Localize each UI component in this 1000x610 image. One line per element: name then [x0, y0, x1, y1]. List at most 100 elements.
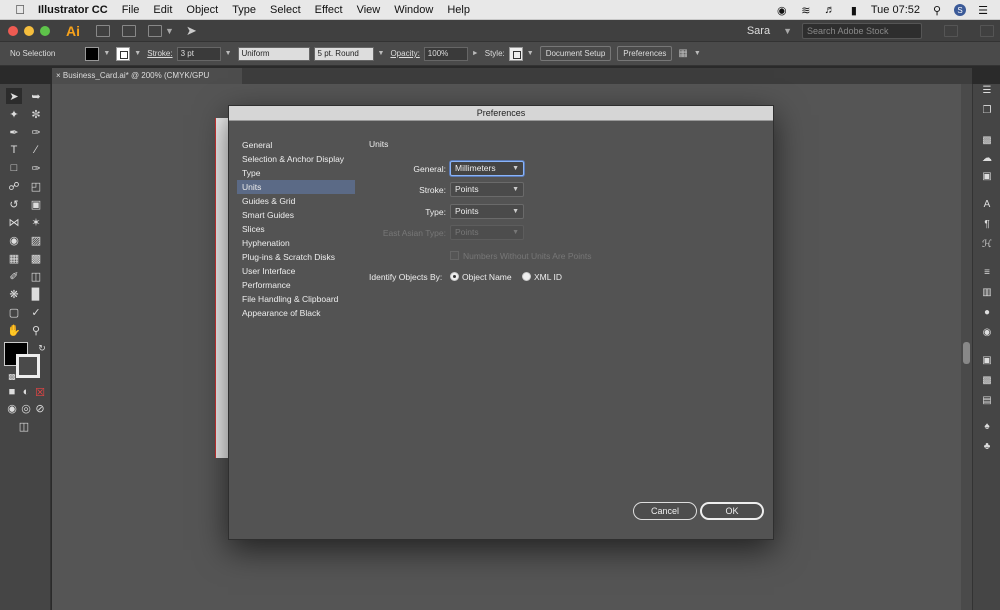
nav-item-plugins-scratch-disks[interactable]: Plug-ins & Scratch Disks — [237, 250, 355, 264]
gradient-tool-icon[interactable]: ▩ — [28, 250, 44, 266]
bridge-icon[interactable] — [96, 24, 110, 37]
menu-select[interactable]: Select — [270, 4, 301, 16]
menu-help[interactable]: Help — [447, 4, 470, 16]
curvature-tool-icon[interactable]: ✑ — [28, 124, 44, 140]
user-avatar-icon[interactable]: S — [954, 4, 966, 16]
rectangle-tool-icon[interactable]: □ — [6, 160, 22, 176]
object-name-radio[interactable] — [450, 272, 459, 281]
none-mode-icon[interactable]: ☒ — [32, 384, 48, 400]
fill-chevron-icon[interactable]: ▼ — [103, 50, 110, 57]
user-menu[interactable]: Sara — [747, 25, 770, 37]
slice-tool-icon[interactable]: ✓ — [28, 304, 44, 320]
nav-item-file-handling-clipboard[interactable]: File Handling & Clipboard — [237, 292, 355, 306]
wifi-icon[interactable]: ≋ — [799, 4, 813, 17]
menu-window[interactable]: Window — [394, 4, 433, 16]
style-chevron-icon[interactable]: ▼ — [527, 50, 534, 57]
xml-id-label[interactable]: XML ID — [534, 272, 562, 282]
opacity-input[interactable]: 100% — [423, 46, 468, 61]
volume-icon[interactable]: ♬ — [823, 4, 837, 16]
draw-inside-icon[interactable]: ⊘ — [32, 400, 48, 416]
battery-icon[interactable]: ▮ — [847, 4, 861, 17]
appearance-panel-icon[interactable]: ● — [981, 306, 993, 318]
close-tab-icon[interactable]: × — [56, 71, 61, 80]
lasso-tool-icon[interactable]: ✼ — [28, 106, 44, 122]
stroke-color-swatch[interactable] — [116, 46, 131, 61]
stock-icon[interactable] — [122, 24, 136, 37]
nav-item-smart-guides[interactable]: Smart Guides — [237, 208, 355, 222]
opacity-chevron-icon[interactable]: ► — [472, 50, 479, 57]
paintbrush-tool-icon[interactable]: ✑ — [28, 160, 44, 176]
object-name-label[interactable]: Object Name — [462, 272, 512, 282]
nav-item-units[interactable]: Units — [237, 180, 355, 194]
chevron-down-icon[interactable]: ▼ — [165, 26, 174, 36]
graphic-styles-panel-icon[interactable]: ◉ — [981, 326, 993, 338]
fill-color-swatch[interactable] — [85, 46, 100, 61]
assets-panel-icon[interactable]: ▣ — [981, 170, 993, 182]
libraries-panel-icon[interactable]: ▩ — [981, 134, 993, 146]
cc-libraries-icon[interactable]: ☁ — [981, 152, 993, 164]
document-tab[interactable]: × Business_Card.ai* @ 200% (CMYK/GPU Pre… — [52, 68, 242, 96]
live-paint-tool-icon[interactable]: ▨ — [28, 232, 44, 248]
opacity-label[interactable]: Opacity: — [390, 49, 419, 58]
screen-mode-icon[interactable]: ◫ — [16, 418, 32, 434]
arrange-chevron-icon[interactable]: ▼ — [694, 50, 701, 57]
artboard-tool-icon[interactable]: ▢ — [6, 304, 22, 320]
magic-wand-tool-icon[interactable]: ✦ — [6, 106, 22, 122]
menu-object[interactable]: Object — [186, 4, 218, 16]
clock[interactable]: Tue 07:52 — [871, 4, 920, 16]
stroke-label[interactable]: Stroke: — [147, 49, 172, 58]
paragraph-panel-icon[interactable]: ¶ — [981, 218, 993, 230]
puppet-warp-tool-icon[interactable]: ✶ — [28, 214, 44, 230]
hand-tool-icon[interactable]: ✋ — [6, 322, 22, 338]
line-segment-tool-icon[interactable]: ∕ — [28, 142, 44, 158]
align-panel-icon[interactable]: ≡ — [981, 266, 993, 278]
nav-item-hyphenation[interactable]: Hyphenation — [237, 236, 355, 250]
swap-fill-stroke-icon[interactable]: ↻ — [34, 340, 50, 356]
nav-item-user-interface[interactable]: User Interface — [237, 264, 355, 278]
brush-definition-select[interactable]: 5 pt. Round — [313, 46, 374, 61]
style-swatch[interactable] — [508, 46, 523, 61]
blend-tool-icon[interactable]: ◫ — [28, 268, 44, 284]
opentype-panel-icon[interactable]: ℋ — [981, 238, 993, 250]
brush-chevron-icon[interactable]: ▼ — [378, 50, 385, 57]
close-window-icon[interactable] — [8, 25, 18, 36]
selection-tool-icon[interactable]: ➤ — [6, 88, 22, 104]
menu-type[interactable]: Type — [232, 4, 256, 16]
stroke-panel-icon[interactable]: ▤ — [981, 394, 993, 406]
workspace-icon[interactable] — [980, 25, 994, 37]
menu-file[interactable]: File — [122, 4, 140, 16]
app-menu[interactable]: Illustrator CC — [38, 4, 108, 16]
apple-icon[interactable]:  — [12, 2, 28, 17]
creative-cloud-icon[interactable]: ◉ — [775, 4, 789, 17]
eyedropper-tool-icon[interactable]: ✐ — [6, 268, 22, 284]
stroke-chevron-icon[interactable]: ▼ — [134, 50, 141, 57]
default-fill-stroke-icon[interactable]: ▩ — [4, 368, 20, 384]
share-icon[interactable] — [944, 25, 958, 37]
nav-item-selection-anchor-display[interactable]: Selection & Anchor Display — [237, 152, 355, 166]
character-panel-icon[interactable]: A — [981, 198, 993, 210]
arrange-icon[interactable]: ▦ — [678, 48, 687, 59]
rotate-tool-icon[interactable]: ↺ — [6, 196, 22, 212]
symbol-sprayer-tool-icon[interactable]: ❋ — [6, 286, 22, 302]
menu-effect[interactable]: Effect — [315, 4, 343, 16]
nav-item-slices[interactable]: Slices — [237, 222, 355, 236]
nav-item-performance[interactable]: Performance — [237, 278, 355, 292]
nav-item-type[interactable]: Type — [237, 166, 355, 180]
type-tool-icon[interactable]: T — [6, 142, 22, 158]
menu-view[interactable]: View — [357, 4, 381, 16]
perspective-grid-tool-icon[interactable]: ▦ — [6, 250, 22, 266]
variable-width-profile-select[interactable]: Uniform — [237, 46, 310, 61]
type-units-select[interactable]: Points ▼ — [450, 204, 524, 219]
preferences-button[interactable]: Preferences — [617, 46, 673, 61]
layers-panel-icon[interactable]: ☰ — [981, 84, 993, 96]
transform-panel-icon[interactable]: ▥ — [981, 286, 993, 298]
user-chevron-icon[interactable]: ▼ — [783, 26, 792, 36]
nav-item-appearance-of-black[interactable]: Appearance of Black — [237, 306, 355, 320]
scale-tool-icon[interactable]: ▣ — [28, 196, 44, 212]
spotlight-icon[interactable]: ⚲ — [930, 4, 944, 17]
notification-center-icon[interactable]: ☰ — [976, 4, 990, 17]
zoom-tool-icon[interactable]: ⚲ — [28, 322, 44, 338]
artboards-panel-icon[interactable]: ❐ — [981, 104, 993, 116]
shaper-tool-icon[interactable]: ☍ — [6, 178, 22, 194]
xml-id-radio[interactable] — [522, 272, 531, 281]
